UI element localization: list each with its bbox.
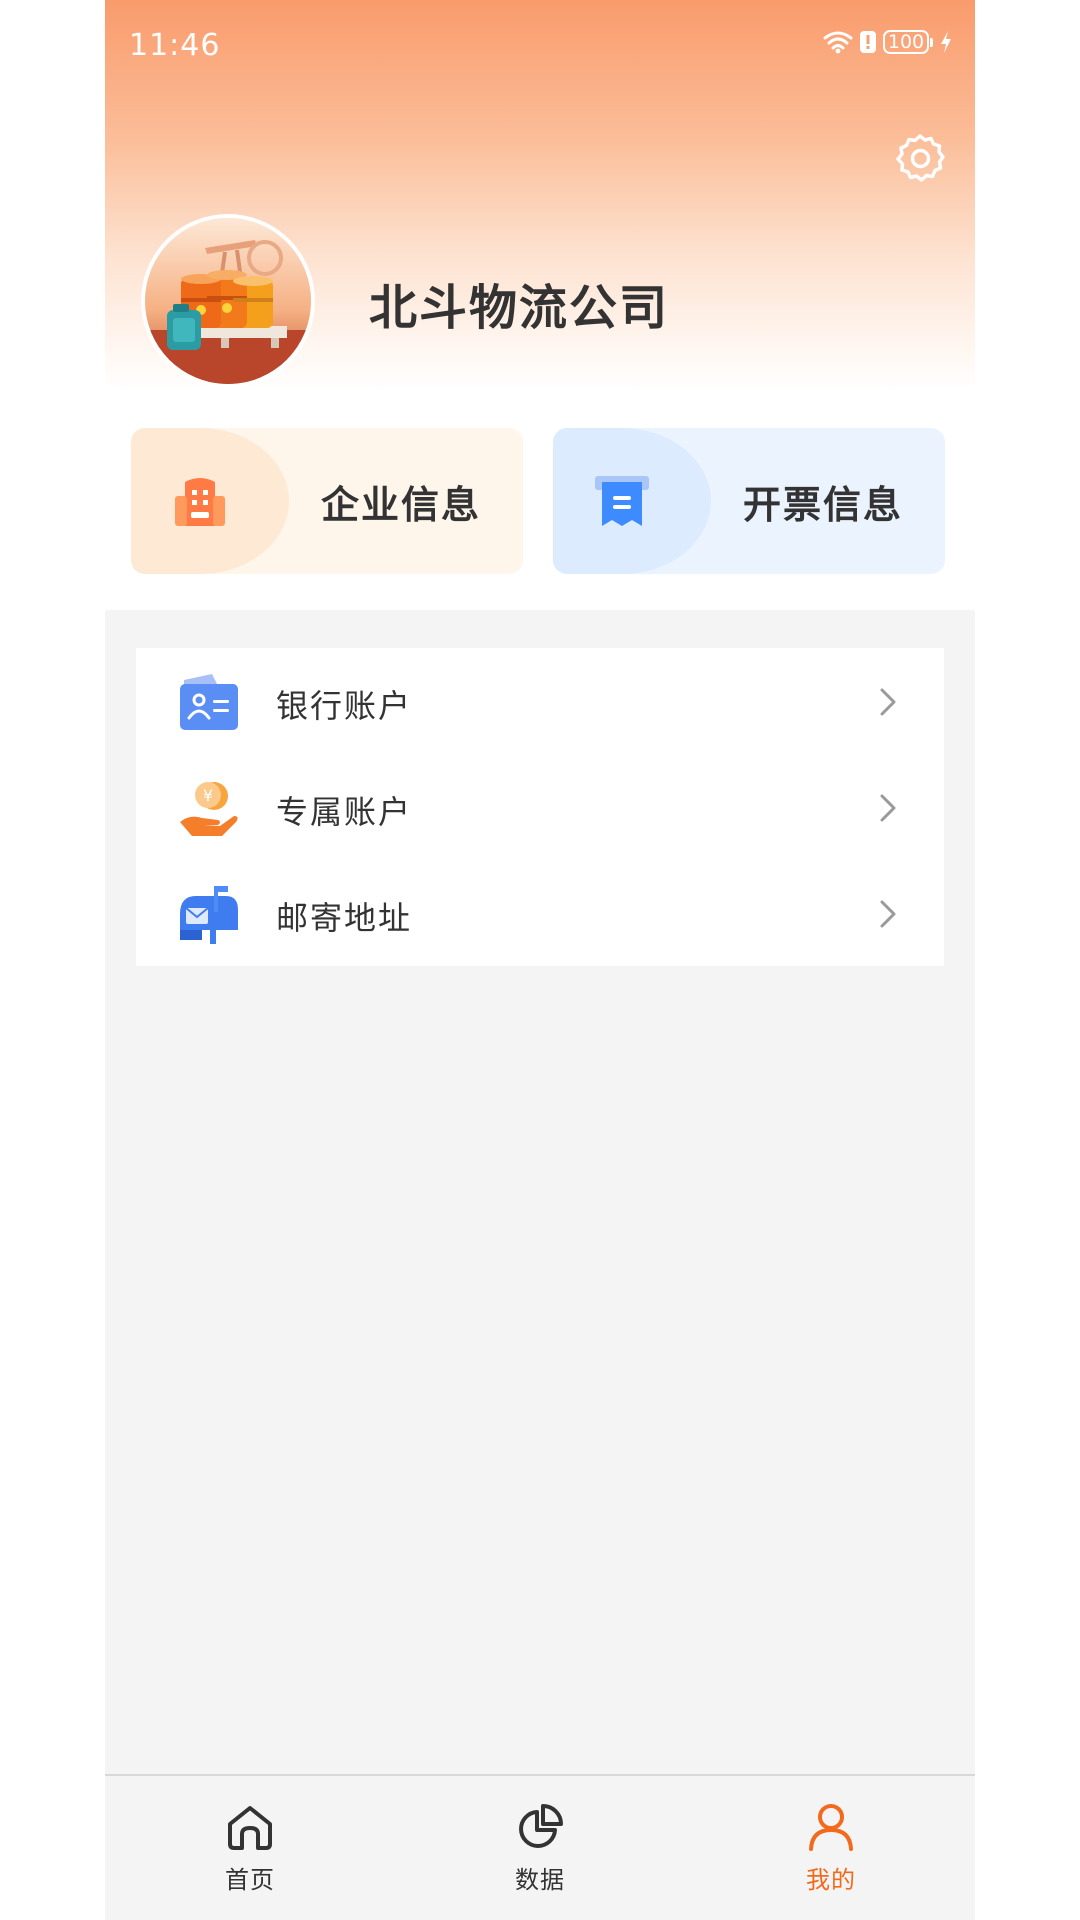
battery-tip (930, 37, 933, 47)
profile-header: 11:46 100 北斗物流公司 (105, 0, 975, 392)
oil-barrels-avatar (145, 218, 311, 384)
wifi-icon (823, 31, 853, 54)
enterprise-info-label: 企业信息 (321, 483, 482, 527)
menu-item-exclusive-account[interactable]: ¥ 专属账户 (136, 754, 944, 860)
tab-data[interactable]: 数据 (450, 1802, 630, 1902)
invoice-info-label: 开票信息 (743, 483, 904, 527)
account-menu-list: 银行账户 ¥ 专属账户 邮寄地址 (136, 648, 944, 966)
bottom-tab-bar: 首页 数据 我的 (105, 1774, 975, 1920)
chevron-right-icon (880, 900, 896, 928)
status-time: 11:46 (129, 28, 221, 63)
user-icon (809, 1804, 853, 1851)
avatar[interactable] (141, 214, 315, 388)
company-name: 北斗物流公司 (369, 280, 670, 336)
building-icon (175, 478, 225, 526)
chevron-right-icon (880, 794, 896, 822)
menu-item-bank-account[interactable]: 银行账户 (136, 648, 944, 754)
mailbox-icon (180, 886, 238, 944)
menu-item-label: 邮寄地址 (276, 899, 413, 937)
receipt-icon (595, 476, 649, 526)
status-icons: 100 (823, 30, 953, 54)
tab-home-label: 首页 (225, 1866, 275, 1894)
tab-mine-label: 我的 (806, 1866, 856, 1894)
pie-chart-icon (519, 1804, 563, 1848)
home-icon (228, 1806, 272, 1850)
menu-item-label: 银行账户 (276, 687, 413, 725)
tab-mine[interactable]: 我的 (741, 1802, 921, 1902)
gear-icon[interactable] (893, 132, 947, 186)
battery-alert-icon (860, 31, 876, 53)
profile-screen: 11:46 100 北斗物流公司 企业信息 开票信息 银行账户 ¥ 专属账户 邮… (105, 0, 975, 1920)
enterprise-info-card[interactable]: 企业信息 (131, 428, 523, 574)
menu-item-label: 专属账户 (276, 793, 413, 831)
status-bar: 11:46 100 (105, 0, 975, 96)
coin-hand-icon: ¥ (180, 782, 238, 836)
chevron-right-icon (880, 688, 896, 716)
menu-item-mailing-address[interactable]: 邮寄地址 (136, 860, 944, 966)
tab-home[interactable]: 首页 (160, 1802, 340, 1902)
bank-card-icon (180, 674, 238, 730)
battery-icon: 100 (883, 30, 929, 54)
svg-text:¥: ¥ (203, 786, 213, 805)
tab-data-label: 数据 (515, 1866, 565, 1894)
invoice-info-card[interactable]: 开票信息 (553, 428, 945, 574)
charging-icon (941, 31, 951, 53)
